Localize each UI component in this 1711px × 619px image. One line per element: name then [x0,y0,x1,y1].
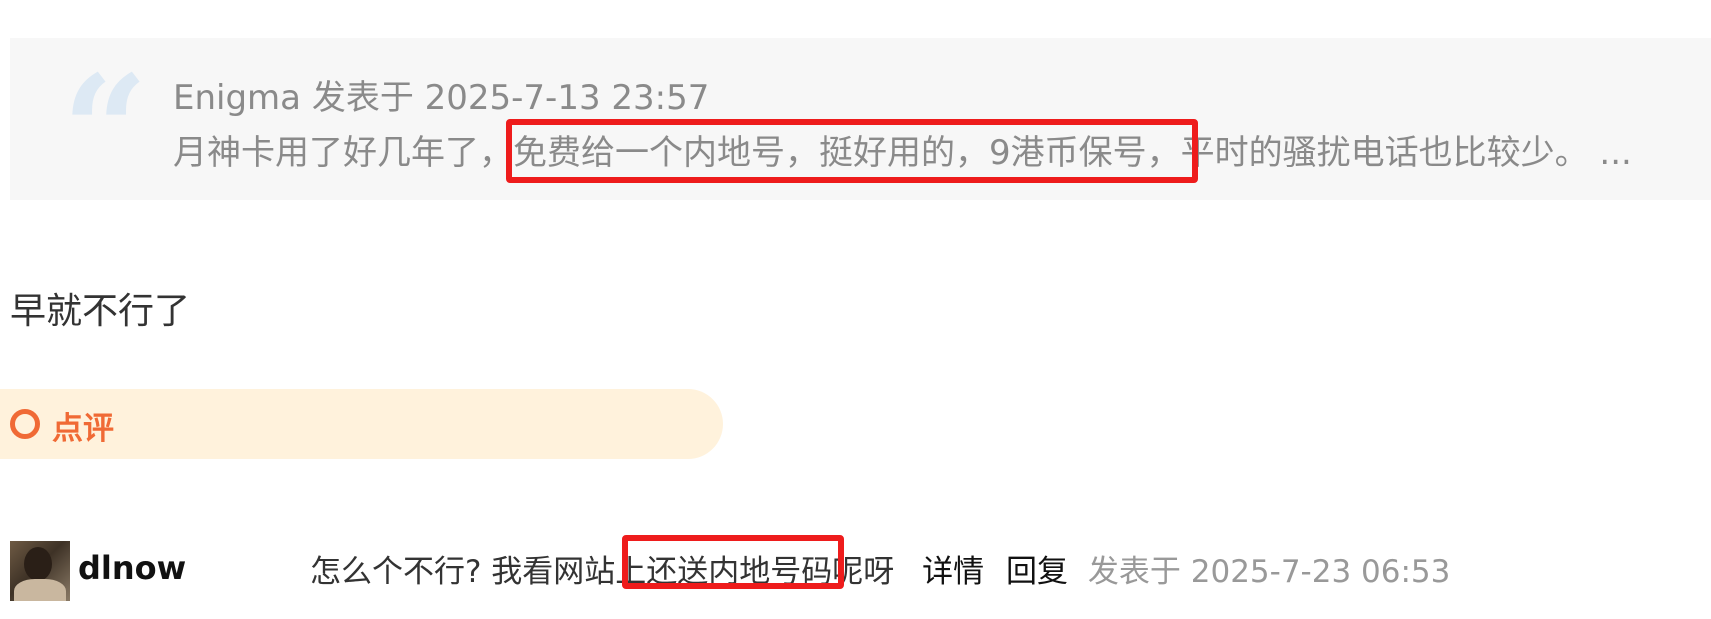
rating-section-bar: 点评 [0,389,723,459]
highlight-box-quote [506,119,1198,183]
detail-link[interactable]: 详情 [922,554,984,590]
reply-text: 早就不行了 [10,291,191,332]
comment-timestamp: 发表于 2025-7-23 06:53 [1087,554,1451,590]
reply-link[interactable]: 回复 [1006,554,1068,590]
comment-username[interactable]: dlnow [78,549,186,587]
comment-line: 怎么个不行? 我看网站上还送内地号码呢呀 详情 回复 发表于 2025-7-23… [310,546,1450,591]
avatar[interactable] [10,541,70,601]
quote-author-meta: Enigma 发表于 2025-7-13 23:57 [173,78,710,118]
circle-icon [10,409,40,439]
avatar-shoulder-shape [14,579,66,601]
rating-label: 点评 [52,411,114,447]
quote-mark-icon: “ [62,43,149,219]
highlight-box-comment [622,535,844,589]
avatar-head-shape [24,547,52,581]
